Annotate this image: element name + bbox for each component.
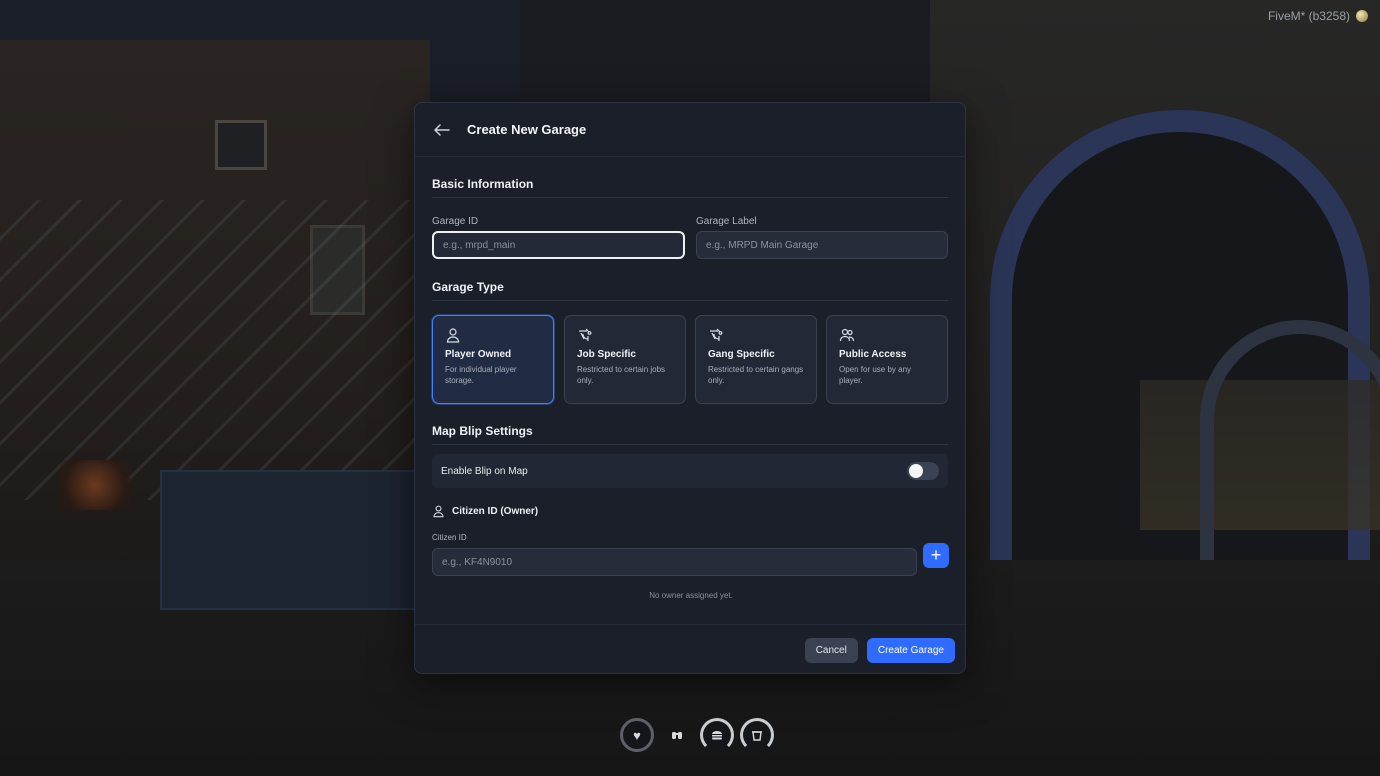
modal-header: Create New Garage	[415, 103, 965, 157]
type-card-desc: Restricted to certain gangs only.	[708, 365, 804, 385]
type-card-desc: Restricted to certain jobs only.	[577, 365, 666, 385]
owner-heading: Citizen ID (Owner)	[432, 504, 538, 518]
blip-toggle-switch[interactable]	[907, 462, 939, 480]
type-card-title: Job Specific	[577, 349, 636, 360]
citizen-id-label: Citizen ID	[432, 533, 467, 542]
section-divider	[432, 197, 948, 198]
player-hud: ♥	[620, 718, 774, 752]
blip-toggle-label: Enable Blip on Map	[441, 465, 528, 477]
type-card-title: Player Owned	[445, 349, 512, 360]
garage-type-public-access[interactable]: Public Access Open for use by any player…	[826, 315, 948, 404]
build-tag-text: FiveM* (b3258)	[1267, 9, 1350, 23]
garage-type-heading: Garage Type	[432, 280, 504, 294]
build-tag: FiveM* (b3258)	[1268, 9, 1368, 23]
garage-label-label: Garage Label	[696, 216, 757, 227]
empty-owner-note: No owner assigned yet.	[649, 591, 733, 600]
burger-icon	[700, 718, 734, 752]
garage-label-input[interactable]	[696, 231, 948, 259]
garage-type-player-owned[interactable]: Player Owned For individual player stora…	[432, 315, 554, 404]
garage-id-input[interactable]	[432, 231, 685, 259]
owner-heading-text: Citizen ID (Owner)	[452, 505, 539, 517]
fire-escape-stairs	[0, 200, 420, 500]
modal-title: Create New Garage	[467, 122, 587, 137]
dumpster	[160, 470, 420, 610]
plus-icon: +	[930, 545, 942, 565]
back-arrow-icon[interactable]	[433, 121, 451, 139]
garage-type-gang-specific[interactable]: Gang Specific Restricted to certain gang…	[695, 315, 817, 404]
section-divider	[432, 444, 948, 445]
public-icon	[839, 328, 855, 342]
user-icon	[446, 328, 460, 343]
heart-icon: ♥	[620, 718, 654, 752]
add-owner-button[interactable]: +	[923, 543, 949, 568]
user-icon	[433, 505, 444, 518]
building-middle	[520, 0, 940, 110]
gang-icon	[710, 328, 723, 341]
modal-footer: Cancel Create Garage	[415, 624, 967, 675]
basic-info-heading: Basic Information	[432, 177, 534, 191]
type-card-desc: For individual player storage.	[445, 365, 517, 385]
job-icon	[579, 328, 592, 341]
binoculars-icon	[660, 718, 694, 752]
cup-icon	[740, 718, 774, 752]
citizen-id-input[interactable]	[432, 548, 917, 576]
cancel-button[interactable]: Cancel	[804, 637, 858, 663]
map-blip-heading: Map Blip Settings	[432, 424, 533, 438]
create-garage-modal: Create New Garage Basic Information Gara…	[414, 102, 967, 675]
fire-glow	[60, 460, 130, 510]
fivem-orb-icon	[1356, 10, 1368, 22]
type-card-title: Public Access	[839, 349, 907, 360]
garage-type-job-specific[interactable]: Job Specific Restricted to certain jobs …	[564, 315, 686, 404]
blip-toggle-row: Enable Blip on Map	[432, 454, 948, 488]
create-garage-button[interactable]: Create Garage	[866, 637, 955, 663]
type-card-title: Gang Specific	[708, 349, 775, 360]
building-window	[215, 120, 267, 170]
garage-id-label: Garage ID	[432, 216, 479, 227]
section-divider	[432, 300, 948, 301]
toggle-knob	[909, 464, 923, 478]
type-card-desc: Open for use by any player.	[839, 365, 912, 385]
